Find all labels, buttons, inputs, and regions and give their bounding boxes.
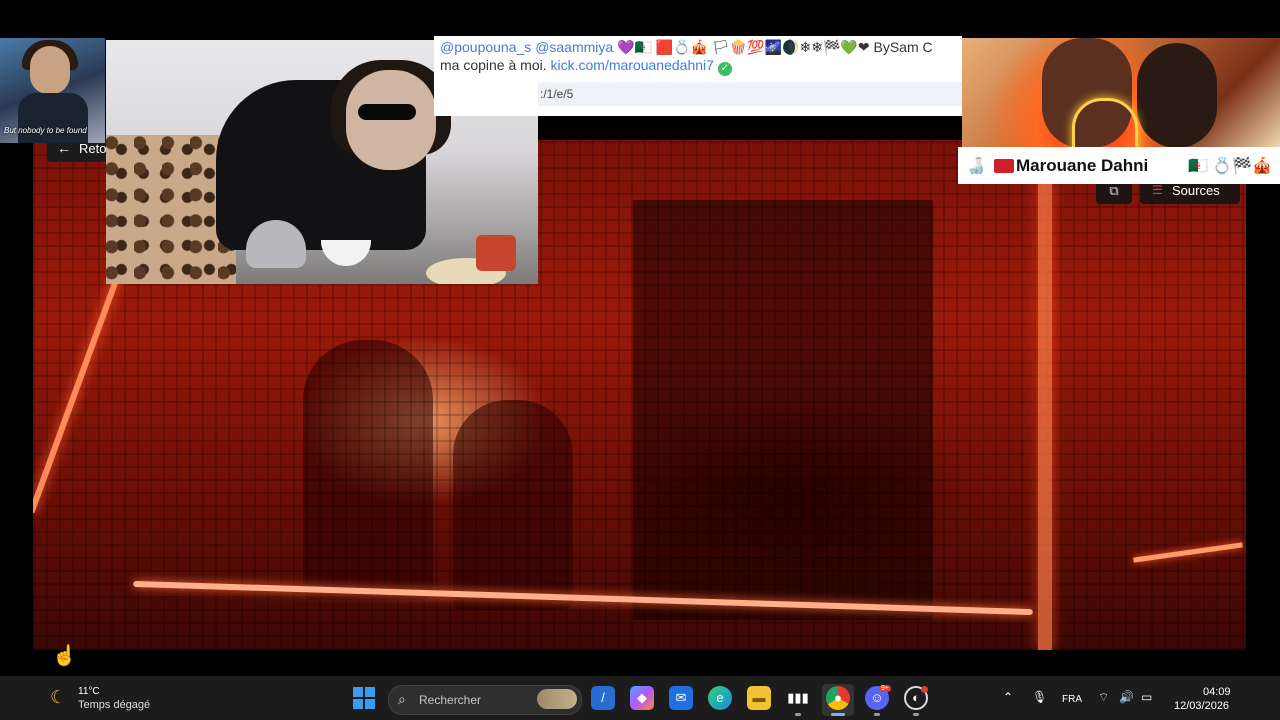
- top-black-bar: [0, 0, 1280, 38]
- cam-body: [18, 93, 88, 143]
- bottle-icon: 🍶: [966, 158, 986, 175]
- mention[interactable]: @poupouna_s: [440, 39, 531, 55]
- search-icon: ⌕: [398, 691, 406, 707]
- small-cam-caption: But nobody to be found: [4, 126, 87, 135]
- battery-icon[interactable]: ▭: [1141, 690, 1152, 704]
- mention[interactable]: @saammiya: [535, 39, 613, 55]
- edge-icon[interactable]: e: [708, 686, 732, 710]
- chat-signature: BySam C: [873, 39, 933, 55]
- chat-line-2: ma copine à moi. kick.com/marouanedahni7…: [440, 57, 732, 76]
- black-strip: [538, 116, 962, 140]
- mail-icon[interactable]: ✉: [669, 686, 693, 710]
- name-emojis: 🇩🇿 💍🏁🎪: [1188, 158, 1273, 175]
- url-bar-fragment[interactable]: :/1/e/5: [538, 82, 962, 106]
- active-indicator: [831, 713, 845, 716]
- chat-emojis: 💜🇩🇿 🟥💍🎪 🏳🍿💯🌌🌒❄❄🏁💚❤: [617, 39, 870, 55]
- red-flag-icon: [994, 159, 1014, 173]
- running-indicator: [795, 713, 801, 716]
- streamer-name-bar: 🍶 Marouane Dahni 🇩🇿 💍🏁🎪: [958, 147, 1280, 184]
- search-highlight-image: [537, 689, 577, 709]
- video-neon-light: [1038, 180, 1052, 650]
- chevron-up-icon[interactable]: ⌃: [1003, 690, 1013, 704]
- clock-date[interactable]: 12/03/2026: [1174, 700, 1229, 712]
- streamer-name: Marouane Dahni: [1016, 156, 1149, 175]
- chrome-icon[interactable]: ●: [826, 686, 850, 710]
- red-cup: [476, 235, 516, 271]
- taskbar-search[interactable]: ⌕ Rechercher: [388, 685, 582, 715]
- windows-logo-icon: [353, 687, 363, 697]
- webcam-head: [346, 70, 436, 170]
- bowl: [321, 240, 371, 266]
- neon-heart-icon: [1072, 98, 1138, 148]
- sources-label: Sources: [1172, 183, 1220, 198]
- folder-icon[interactable]: ▬: [747, 686, 771, 710]
- start-button[interactable]: [353, 687, 375, 709]
- kick-link[interactable]: kick.com/marouanedahni7: [551, 57, 714, 73]
- running-indicator: [913, 713, 919, 716]
- app-stylus-icon[interactable]: /: [591, 686, 615, 710]
- cover-art-image: [962, 38, 1280, 148]
- recording-dot: [921, 686, 928, 693]
- chat-line-1: @poupouna_s @saammiya 💜🇩🇿 🟥💍🎪 🏳🍿💯🌌🌒❄❄🏁💚❤…: [440, 39, 933, 56]
- copilot-icon[interactable]: ◆: [630, 686, 654, 710]
- running-indicator: [874, 713, 880, 716]
- windows-logo-icon: [353, 699, 363, 709]
- audio-bars-icon[interactable]: ▮▮▮: [786, 686, 810, 710]
- discord-badge: 9+: [879, 685, 891, 692]
- external-link-icon: ⧉: [1109, 183, 1119, 198]
- weather-desc[interactable]: Temps dégagé: [78, 699, 150, 711]
- weather-temp[interactable]: 11°C: [78, 686, 100, 697]
- windows-logo-icon: [365, 699, 375, 709]
- windows-logo-icon: [365, 687, 375, 697]
- small-cam-thumbnail: But nobody to be found: [0, 38, 105, 143]
- search-label: Rechercher: [419, 693, 482, 707]
- back-label: Reto: [79, 141, 107, 156]
- clock-time[interactable]: 04:09: [1203, 686, 1231, 698]
- chat-text: ma copine à moi.: [440, 57, 547, 73]
- cam-face: [30, 46, 70, 94]
- speaker-icon[interactable]: 🔊: [1119, 690, 1134, 704]
- sunglasses: [358, 104, 416, 120]
- hand-pointer-icon: ☝: [52, 645, 77, 667]
- cover-figure: [1137, 43, 1217, 148]
- microphone-icon[interactable]: 🎙: [1032, 690, 1047, 704]
- list-icon: ☰: [1152, 183, 1163, 197]
- wifi-icon[interactable]: ⌔: [1098, 690, 1109, 705]
- verified-check-icon: ✓: [717, 62, 732, 76]
- language-indicator[interactable]: FRA: [1062, 694, 1082, 705]
- url-text: :/1/e/5: [540, 87, 574, 101]
- chat-overlay: @poupouna_s @saammiya 💜🇩🇿 🟥💍🎪 🏳🍿💯🌌🌒❄❄🏁💚❤…: [434, 36, 962, 116]
- moon-icon[interactable]: ☾: [50, 687, 70, 707]
